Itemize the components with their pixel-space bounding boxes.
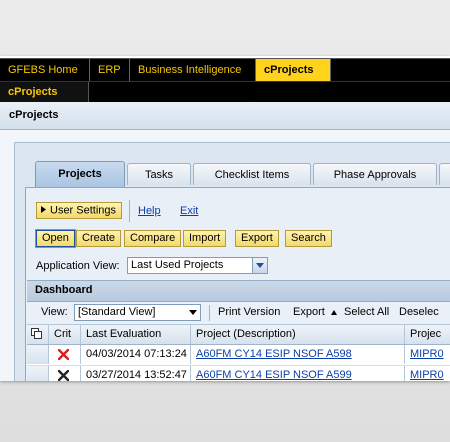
dashboard-header: Dashboard (27, 280, 450, 302)
critical-x-icon (57, 369, 70, 381)
main-panel: Projects Tasks Checklist Items Phase App… (14, 142, 450, 381)
app-title: cProjects (9, 109, 59, 121)
select-all-button[interactable]: Select All (344, 306, 389, 318)
nav-tab-cprojects[interactable]: cProjects (256, 59, 331, 82)
tab-checklist-items[interactable]: Checklist Items (193, 163, 311, 185)
last-evaluation-cell: 04/03/2014 07:13:24 (81, 345, 191, 364)
application-view-value: Last Used Projects (131, 259, 224, 271)
tab-strip: Projects Tasks Checklist Items Phase App… (15, 161, 450, 187)
column-header-crit[interactable]: Crit (49, 325, 81, 344)
print-version-button[interactable]: Print Version (218, 306, 280, 318)
project-id-cell: MIPR0 (405, 345, 450, 364)
row-selector[interactable] (27, 366, 49, 381)
view-select[interactable]: [Standard View] (74, 304, 201, 321)
project-id-link[interactable]: MIPR0 (410, 348, 444, 360)
user-settings-button[interactable]: User Settings (36, 202, 123, 219)
project-id-link[interactable]: MIPR0 (410, 369, 444, 381)
projects-tab-content: User Settings Help Exit Open Create Comp… (25, 187, 450, 381)
table-row[interactable]: 04/03/2014 07:13:24 A60FM CY14 ESIP NSOF… (27, 345, 450, 366)
last-evaluation-cell: 03/27/2014 13:52:47 (81, 366, 191, 381)
application-view-label: Application View: (36, 260, 120, 272)
app-body: Projects Tasks Checklist Items Phase App… (0, 130, 450, 381)
expand-arrow-icon (41, 203, 46, 218)
tab-overflow[interactable] (439, 163, 450, 185)
table-header-row: Crit Last Evaluation Project (Descriptio… (27, 325, 450, 345)
dropdown-arrow-icon[interactable] (252, 258, 267, 273)
application-view-select[interactable]: Last Used Projects (127, 257, 268, 274)
project-link[interactable]: A60FM CY14 ESIP NSOF A598 (196, 348, 352, 360)
export-button[interactable]: Export (235, 230, 279, 247)
user-settings-label: User Settings (50, 204, 117, 217)
project-link[interactable]: A60FM CY14 ESIP NSOF A599 (196, 369, 352, 381)
project-description-cell: A60FM CY14 ESIP NSOF A598 (191, 345, 405, 364)
column-header-last-evaluation[interactable]: Last Evaluation (81, 325, 191, 344)
project-description-cell: A60FM CY14 ESIP NSOF A599 (191, 366, 405, 381)
crit-cell (49, 345, 81, 364)
divider (129, 200, 130, 222)
exit-link[interactable]: Exit (180, 205, 198, 217)
compare-button[interactable]: Compare (124, 230, 182, 247)
nav-tab-gfebs-home[interactable]: GFEBS Home (0, 59, 90, 82)
help-link[interactable]: Help (138, 205, 161, 217)
search-button[interactable]: Search (285, 230, 332, 247)
table-row[interactable]: 03/27/2014 13:52:47 A60FM CY14 ESIP NSOF… (27, 366, 450, 381)
tab-phase-approvals[interactable]: Phase Approvals (313, 163, 437, 185)
nav-tab-business-intelligence[interactable]: Business Intelligence (130, 59, 256, 82)
view-label: View: (41, 306, 68, 318)
dashboard-title: Dashboard (35, 284, 93, 296)
crit-cell (49, 366, 81, 381)
column-settings-icon[interactable] (27, 325, 49, 344)
subnav-item-cprojects[interactable]: cProjects (0, 82, 89, 102)
row-selector[interactable] (27, 345, 49, 364)
export-menu-label: Export (293, 306, 325, 318)
export-menu-button[interactable]: Export (293, 306, 337, 318)
create-button[interactable]: Create (76, 230, 122, 247)
deselect-all-button[interactable]: Deselec (399, 306, 439, 318)
sub-navigation: cProjects (0, 81, 450, 102)
top-navigation: GFEBS Home ERP Business Intelligence cPr… (0, 58, 450, 82)
column-header-project[interactable]: Projec (405, 325, 450, 344)
chevron-down-icon[interactable] (186, 305, 200, 320)
divider (209, 305, 210, 321)
tab-projects[interactable]: Projects (35, 161, 125, 187)
open-button[interactable]: Open (35, 229, 76, 248)
app-header: cProjects (0, 102, 450, 130)
dashboard-toolbar: View: [Standard View] Print Version Expo… (27, 302, 450, 325)
project-id-cell: MIPR0 (405, 366, 450, 381)
triangle-up-icon (330, 306, 337, 318)
import-button[interactable]: Import (183, 230, 227, 247)
tab-tasks[interactable]: Tasks (127, 163, 191, 185)
critical-x-icon (57, 348, 70, 363)
view-select-value: [Standard View] (78, 306, 156, 318)
projects-table: Crit Last Evaluation Project (Descriptio… (27, 325, 450, 381)
nav-tab-erp[interactable]: ERP (90, 59, 130, 82)
column-header-project-description[interactable]: Project (Description) (191, 325, 405, 344)
app-window: GFEBS Home ERP Business Intelligence cPr… (0, 56, 450, 381)
